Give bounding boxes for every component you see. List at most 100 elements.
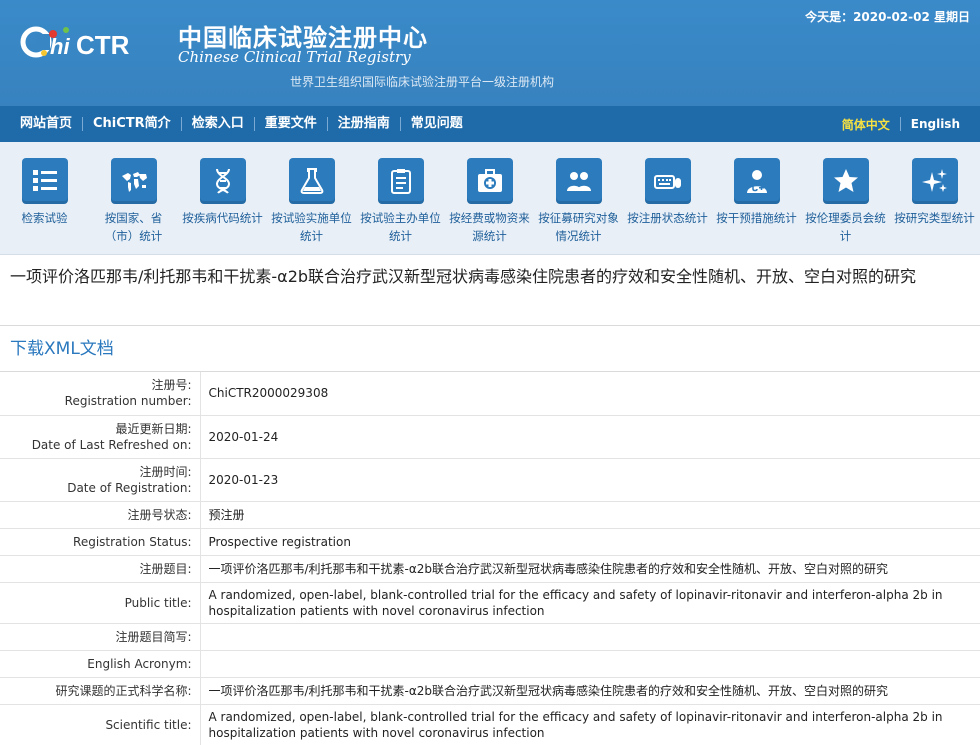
row-label-cn: 注册时间:	[139, 464, 192, 479]
lang-english[interactable]: English	[901, 117, 970, 131]
nav-search[interactable]: 检索入口	[182, 106, 254, 142]
table-row: Scientific title: A randomized, open-labe…	[0, 704, 980, 745]
iconbar-item-by-recruitment[interactable]: 按征募研究对象情况统计	[534, 158, 623, 254]
site-subtitle: 世界卫生组织国际临床试验注册平台一级注册机构	[290, 75, 555, 89]
table-row: 注册号状态: 预注册	[0, 501, 980, 529]
table-row: English Acronym:	[0, 650, 980, 678]
main-nav: 网站首页 ChiCTR简介 检索入口 重要文件 注册指南 常见问题 简体中文 E…	[0, 106, 980, 142]
row-label: Public title:	[0, 582, 201, 624]
flask-icon	[288, 158, 335, 204]
row-label: Registration Status:	[0, 528, 201, 556]
row-label-cn: 注册号状态:	[127, 507, 192, 522]
site-header: hi CTR 中国临床试验注册中心 Chinese Clinical Trial…	[0, 0, 980, 106]
row-value: Prospective registration	[200, 528, 980, 556]
row-label-cn: 注册题目简写:	[115, 629, 192, 644]
row-label-en: Date of Last Refreshed on:	[31, 437, 192, 452]
row-label-en: Registration Status:	[73, 534, 192, 549]
row-value: 2020-01-24	[200, 415, 980, 459]
world-map-icon	[110, 158, 157, 204]
iconbar-item-by-disease[interactable]: 按疾病代码统计	[178, 158, 267, 254]
people-icon	[555, 158, 602, 204]
table-row: 注册号: Registration number: ChiCTR2000029308	[0, 372, 980, 416]
row-value: 一项评价洛匹那韦/利托那韦和干扰素-α2b联合治疗武汉新型冠状病毒感染住院患者的…	[200, 677, 980, 705]
trial-info-table: 注册号: Registration number: ChiCTR2000029308…	[0, 372, 980, 745]
table-row: Registration Status: Prospective registra…	[0, 528, 980, 556]
trial-title: 一项评价洛匹那韦/利托那韦和干扰素-α2b联合治疗武汉新型冠状病毒感染住院患者的…	[0, 255, 980, 326]
nav-faq[interactable]: 常见问题	[401, 106, 473, 142]
row-label: 注册题目:	[0, 555, 201, 583]
row-label: Scientific title:	[0, 704, 201, 745]
row-label-cn: 注册题目:	[139, 561, 192, 576]
row-value: A randomized, open-label, blank-controll…	[200, 704, 980, 745]
row-value	[200, 623, 980, 651]
table-row: Public title: A randomized, open-label, b…	[0, 582, 980, 624]
row-value: 预注册	[200, 501, 980, 529]
iconbar-item-by-intervention[interactable]: 按干预措施统计	[712, 158, 801, 254]
nav-guide[interactable]: 注册指南	[328, 106, 400, 142]
row-label: 注册题目简写:	[0, 623, 201, 651]
row-label-en: Date of Registration:	[67, 480, 192, 495]
iconbar-label: 按征募研究对象情况统计	[538, 211, 619, 243]
table-row: 注册题目简写:	[0, 623, 980, 651]
iconbar-label: 按经费或物资来源统计	[449, 211, 530, 243]
list-icon	[21, 158, 68, 204]
iconbar-item-by-country[interactable]: 按国家、省（市）统计	[89, 158, 178, 254]
table-row: 注册时间: Date of Registration: 2020-01-23	[0, 458, 980, 502]
svg-text:hi: hi	[50, 34, 70, 59]
row-value: 2020-01-23	[200, 458, 980, 502]
iconbar-label: 按国家、省（市）统计	[104, 211, 163, 243]
row-value: A randomized, open-label, blank-controll…	[200, 582, 980, 624]
row-value: 一项评价洛匹那韦/利托那韦和干扰素-α2b联合治疗武汉新型冠状病毒感染住院患者的…	[200, 555, 980, 583]
row-label: 最近更新日期: Date of Last Refreshed on:	[0, 415, 201, 459]
lang-chinese[interactable]: 简体中文	[832, 116, 900, 133]
chictr-logo-graphic: hi CTR	[20, 26, 130, 60]
medkit-icon	[466, 158, 513, 204]
language-switcher: 简体中文 English	[832, 106, 970, 142]
nav-about[interactable]: ChiCTR简介	[83, 106, 181, 142]
download-xml-link[interactable]: 下载XML文档	[0, 326, 980, 372]
table-row: 注册题目: 一项评价洛匹那韦/利托那韦和干扰素-α2b联合治疗武汉新型冠状病毒感染…	[0, 555, 980, 583]
today-date: 今天是：2020-02-02 星期日	[805, 10, 970, 24]
iconbar-label: 按研究类型统计	[894, 211, 975, 225]
iconbar-item-by-funding[interactable]: 按经费或物资来源统计	[445, 158, 534, 254]
row-label: 注册号状态:	[0, 501, 201, 529]
site-title-en: Chinese Clinical Trial Registry	[178, 48, 411, 66]
iconbar-item-search-trials[interactable]: 检索试验	[0, 158, 89, 254]
svg-text:CTR: CTR	[76, 30, 130, 60]
iconbar-label: 按试验实施单位统计	[271, 211, 352, 243]
iconbar-item-by-study-type[interactable]: 按研究类型统计	[890, 158, 979, 254]
row-label: 研究课题的正式科学名称:	[0, 677, 201, 705]
row-label-cn: 最近更新日期:	[115, 421, 192, 436]
row-label-en: English Acronym:	[87, 656, 192, 671]
chictr-logo[interactable]: hi CTR	[20, 14, 168, 70]
row-label-en: Registration number:	[64, 394, 192, 409]
iconbar-label: 检索试验	[21, 211, 68, 225]
table-row: 研究课题的正式科学名称: 一项评价洛匹那韦/利托那韦和干扰素-α2b联合治疗武汉新…	[0, 677, 980, 705]
iconbar-item-by-ethics[interactable]: 按伦理委员会统计	[801, 158, 890, 254]
iconbar-label: 按试验主办单位统计	[360, 211, 441, 243]
iconbar-item-by-status[interactable]: 按注册状态统计	[623, 158, 712, 254]
keyboard-mouse-icon	[644, 158, 691, 204]
dna-icon	[199, 158, 246, 204]
star-icon	[822, 158, 869, 204]
doctor-icon	[733, 158, 780, 204]
iconbar-label: 按干预措施统计	[716, 211, 797, 225]
clipboard-icon	[377, 158, 424, 204]
row-label-en: Scientific title:	[105, 717, 192, 732]
row-label: English Acronym:	[0, 650, 201, 678]
iconbar-label: 按注册状态统计	[627, 211, 708, 225]
row-label-cn: 注册号:	[151, 378, 192, 393]
row-label: 注册号: Registration number:	[0, 372, 201, 416]
statistics-iconbar: 检索试验 按国家、省（市）统计 按疾病代码统计 按试验实施单位统计 按试验主办单…	[0, 142, 980, 255]
table-row: 最近更新日期: Date of Last Refreshed on: 2020-01…	[0, 415, 980, 459]
nav-home[interactable]: 网站首页	[10, 106, 82, 142]
row-value: ChiCTR2000029308	[200, 372, 980, 416]
iconbar-label: 按疾病代码统计	[182, 211, 263, 225]
row-value	[200, 650, 980, 678]
iconbar-label: 按伦理委员会统计	[805, 211, 886, 243]
row-label: 注册时间: Date of Registration:	[0, 458, 201, 502]
iconbar-item-by-institution[interactable]: 按试验实施单位统计	[267, 158, 356, 254]
nav-documents[interactable]: 重要文件	[255, 106, 327, 142]
iconbar-item-by-sponsor[interactable]: 按试验主办单位统计	[356, 158, 445, 254]
row-label-en: Public title:	[124, 595, 192, 610]
